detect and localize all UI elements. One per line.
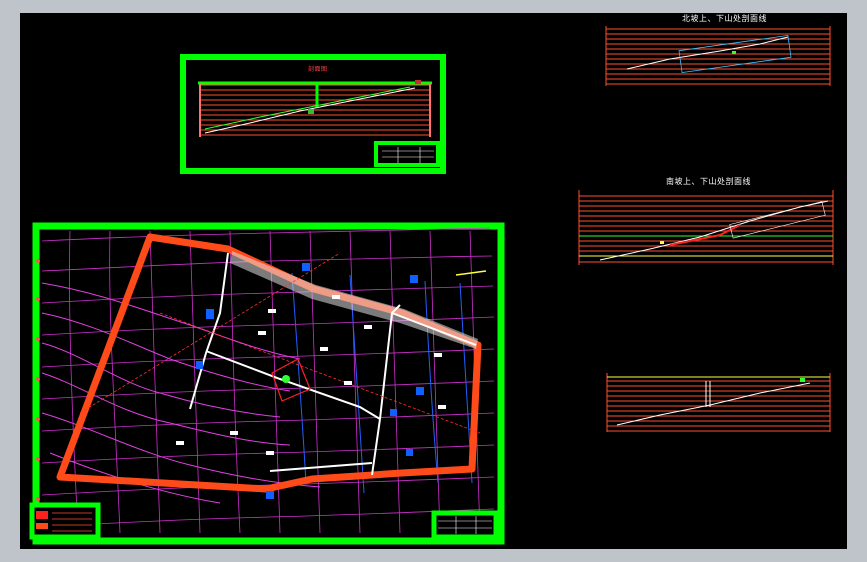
plan-sheet [29,222,505,545]
center-point [282,375,290,383]
profile-third [606,373,831,432]
cad-viewport[interactable]: 北坡上、下山处剖面线 南坡上、下山处剖面线 剖面图 [20,13,847,549]
plan-title-block [431,510,499,540]
plan-legend [29,502,101,540]
section-sheet-hatching [200,84,430,136]
profile-north [605,26,831,86]
section-sheet [180,54,446,174]
water-markers [196,263,424,499]
profile-south [578,190,834,265]
center-marker [271,358,311,402]
drawing-canvas [29,26,834,545]
plan-roads [189,252,477,476]
